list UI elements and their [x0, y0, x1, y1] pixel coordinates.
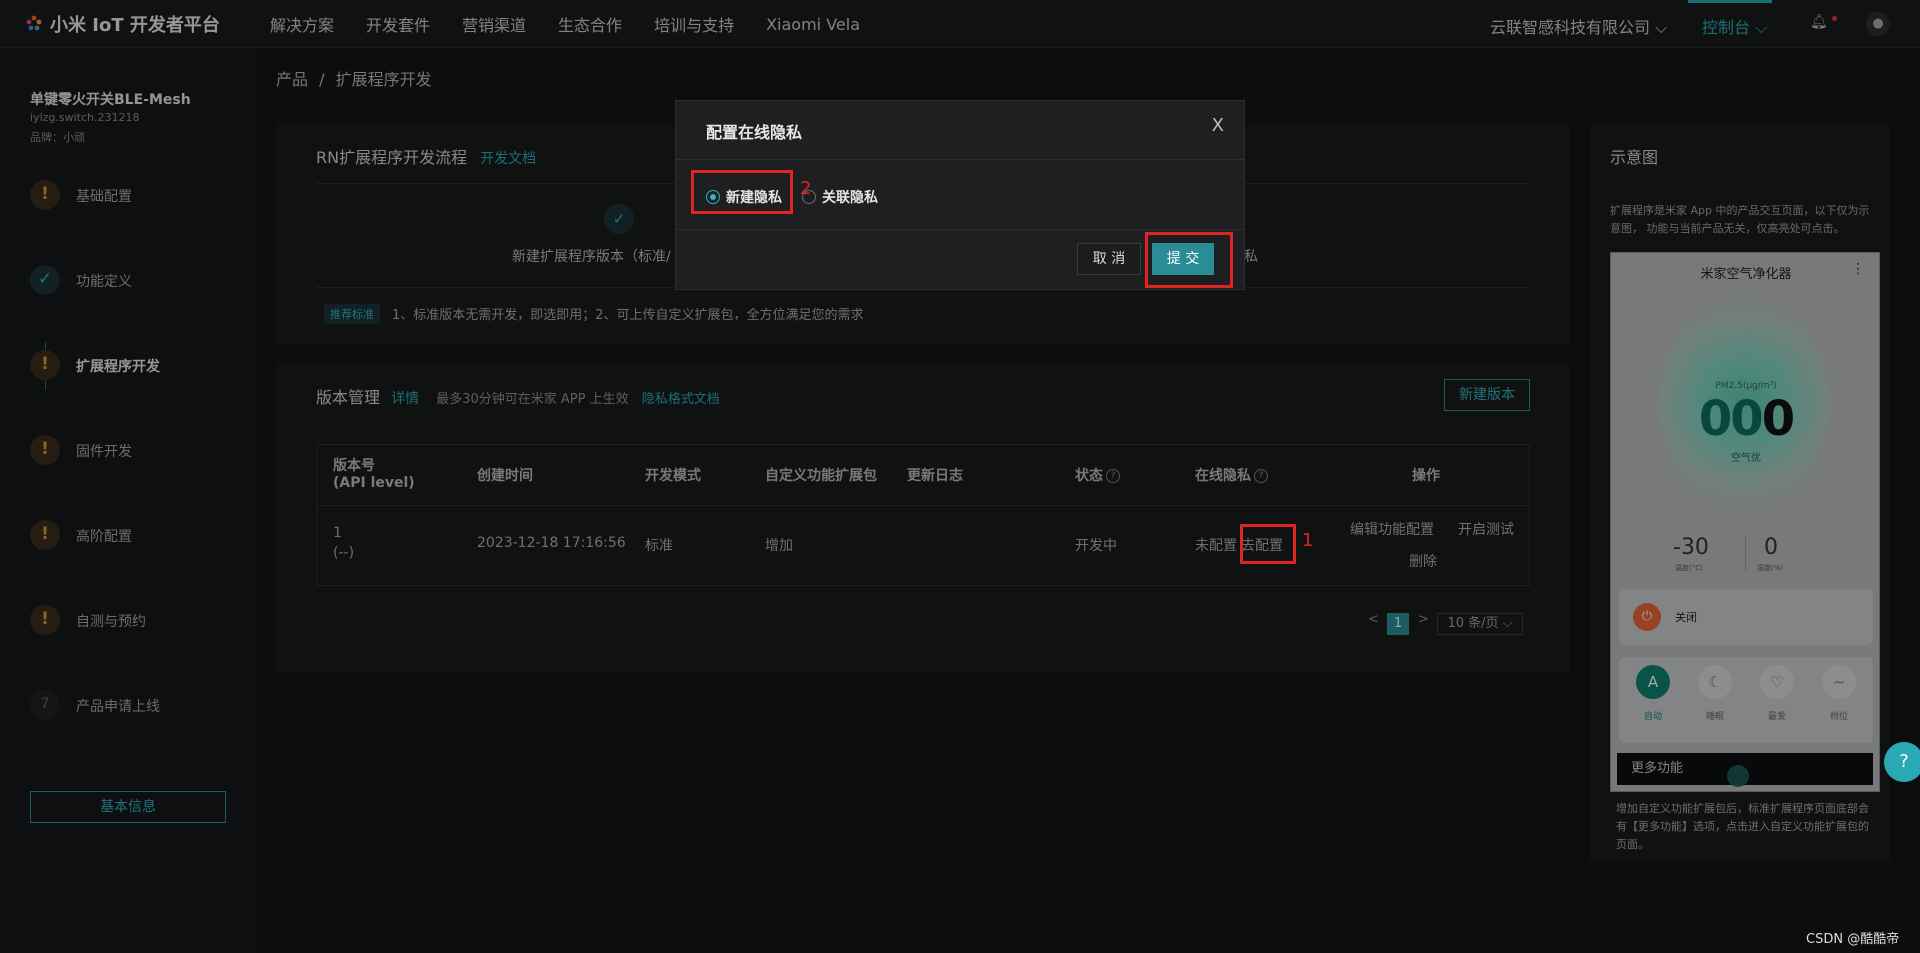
radio-label: 关联隐私 [822, 190, 878, 206]
annotation-number: 1 [1302, 530, 1314, 551]
annotation-number: 2 [800, 178, 812, 199]
modal-title: 配置在线隐私 [706, 123, 803, 142]
help-icon[interactable]: ? [1884, 742, 1920, 782]
annotation-box-configure [1240, 524, 1296, 564]
radio-link-privacy[interactable]: 关联隐私 [802, 187, 878, 207]
watermark: CSDN @酷酷帝 [1806, 932, 1900, 947]
annotation-box-new-privacy [691, 170, 793, 214]
cancel-button[interactable]: 取 消 [1077, 243, 1141, 275]
divider [676, 229, 1244, 230]
annotation-box-submit [1145, 232, 1233, 288]
close-icon[interactable]: X [1212, 115, 1224, 136]
divider [676, 159, 1244, 160]
